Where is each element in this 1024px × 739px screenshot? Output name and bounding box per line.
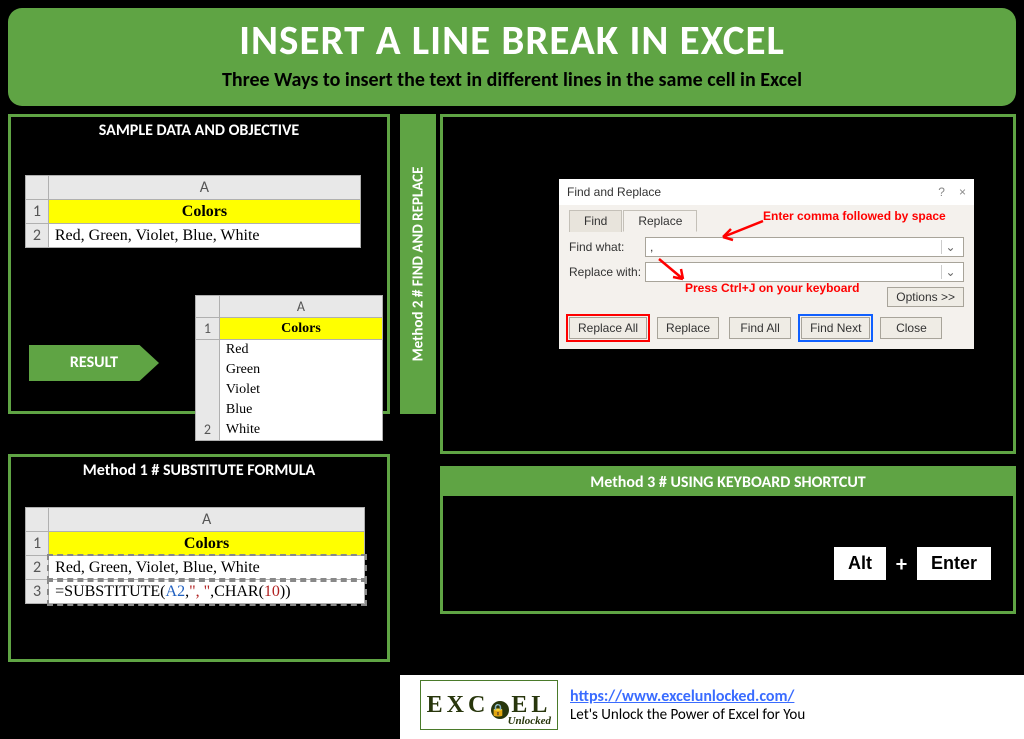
panel-method2: Find and Replace ? × Find Replace Enter … xyxy=(440,114,1016,454)
keyboard-shortcut: Alt + Enter xyxy=(834,547,991,580)
close-button[interactable]: Close xyxy=(880,317,942,339)
panel-method3: Method 3 # USING KEYBOARD SHORTCUT Alt +… xyxy=(440,466,1016,614)
header-banner: INSERT A LINE BREAK IN EXCEL Three Ways … xyxy=(8,8,1016,106)
m1-title: Method 1 # SUBSTITUTE FORMULA xyxy=(11,457,387,484)
formula-cell: =SUBSTITUTE(A2,", ",CHAR(10)) xyxy=(49,580,365,604)
footer-link[interactable]: https://www.excelunlocked.com/ xyxy=(570,687,805,706)
panel-sample: SAMPLE DATA AND OBJECTIVE A 1Colors 2Red… xyxy=(8,114,390,414)
help-icon[interactable]: ? xyxy=(938,179,945,205)
tab-find[interactable]: Find xyxy=(569,210,622,232)
page-subtitle: Three Ways to insert the text in differe… xyxy=(8,68,1016,92)
chevron-down-icon[interactable]: ⌄ xyxy=(941,265,959,279)
find-all-button[interactable]: Find All xyxy=(729,317,791,339)
arrow-icon xyxy=(655,257,689,283)
m1-grid: A 1Colors 2Red, Green, Violet, Blue, Whi… xyxy=(25,507,365,604)
label-find-what: Find what: xyxy=(569,240,645,254)
plus-icon: + xyxy=(896,550,907,577)
annotation-replacewith: Press Ctrl+J on your keyboard xyxy=(685,281,859,295)
m3-title: Method 3 # USING KEYBOARD SHORTCUT xyxy=(443,469,1013,496)
dialog-title: Find and Replace xyxy=(567,179,661,205)
cell-value: Red, Green, Violet, Blue, White xyxy=(48,224,360,248)
chevron-down-icon[interactable]: ⌄ xyxy=(941,240,959,254)
tab-replace[interactable]: Replace xyxy=(623,210,697,232)
replace-all-button[interactable]: Replace All xyxy=(569,317,647,339)
method2-vertical-label: Method 2 # FIND AND REPLACE xyxy=(400,114,436,414)
sample-grid-output: A 1Colors 2Red Green Violet Blue White xyxy=(195,295,383,441)
footer-tagline: Let's Unlock the Power of Excel for You xyxy=(570,706,805,724)
input-replace-with[interactable]: ⌄ xyxy=(645,262,964,282)
result-arrow-label: RESULT xyxy=(29,345,159,381)
page-title: INSERT A LINE BREAK IN EXCEL xyxy=(8,16,1016,66)
key-enter: Enter xyxy=(917,547,991,580)
footer: EXC🔒EL Unlocked https://www.excelunlocke… xyxy=(420,675,1016,735)
key-alt: Alt xyxy=(834,547,886,580)
replace-button[interactable]: Replace xyxy=(657,317,719,339)
options-button[interactable]: Options >> xyxy=(887,287,964,307)
label-replace-with: Replace with: xyxy=(569,265,645,279)
panel-method1: Method 1 # SUBSTITUTE FORMULA A 1Colors … xyxy=(8,454,390,662)
find-next-button[interactable]: Find Next xyxy=(801,317,870,339)
input-find-what[interactable]: ,⌄ xyxy=(645,237,964,257)
logo: EXC🔒EL Unlocked xyxy=(420,680,558,730)
dialog-titlebar: Find and Replace ? × xyxy=(559,179,974,205)
cell-header: Colors xyxy=(48,200,360,224)
close-icon[interactable]: × xyxy=(959,179,966,205)
annotation-findwhat: Enter comma followed by space xyxy=(763,209,946,223)
arrow-icon xyxy=(715,219,765,243)
col-header-a: A xyxy=(48,176,360,200)
sample-title: SAMPLE DATA AND OBJECTIVE xyxy=(11,117,387,144)
find-replace-dialog: Find and Replace ? × Find Replace Enter … xyxy=(559,179,974,349)
sample-grid-input: A 1Colors 2Red, Green, Violet, Blue, Whi… xyxy=(25,175,361,248)
